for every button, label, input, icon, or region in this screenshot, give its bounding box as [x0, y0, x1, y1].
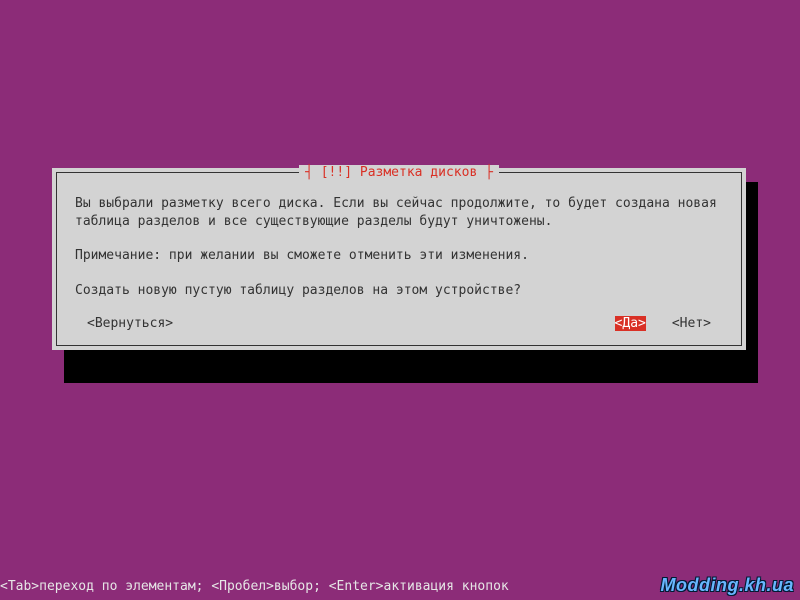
right-buttons: <Да> <Нет> — [615, 316, 723, 331]
yes-button[interactable]: <Да> — [615, 316, 646, 331]
dialog-title-wrap: ┤ [!!] Разметка дисков ├ — [57, 165, 741, 180]
dialog-title: ┤ [!!] Разметка дисков ├ — [299, 165, 499, 180]
dialog-container: ┤ [!!] Разметка дисков ├ Вы выбрали разм… — [52, 168, 746, 350]
dialog-message-3: Создать новую пустую таблицу разделов на… — [75, 282, 723, 300]
left-buttons: <Вернуться> — [75, 316, 173, 331]
partition-dialog: ┤ [!!] Разметка дисков ├ Вы выбрали разм… — [56, 172, 742, 346]
back-button[interactable]: <Вернуться> — [87, 316, 173, 331]
dialog-message-2: Примечание: при желании вы сможете отмен… — [75, 247, 723, 265]
watermark-text: Modding.kh.ua — [661, 575, 794, 596]
keyboard-hints: <Tab>переход по элементам; <Пробел>выбор… — [0, 579, 509, 594]
dialog-buttons-row: <Вернуться> <Да> <Нет> — [75, 316, 723, 331]
dialog-message-1: Вы выбрали разметку всего диска. Если вы… — [75, 195, 723, 230]
no-button[interactable]: <Нет> — [672, 316, 711, 331]
